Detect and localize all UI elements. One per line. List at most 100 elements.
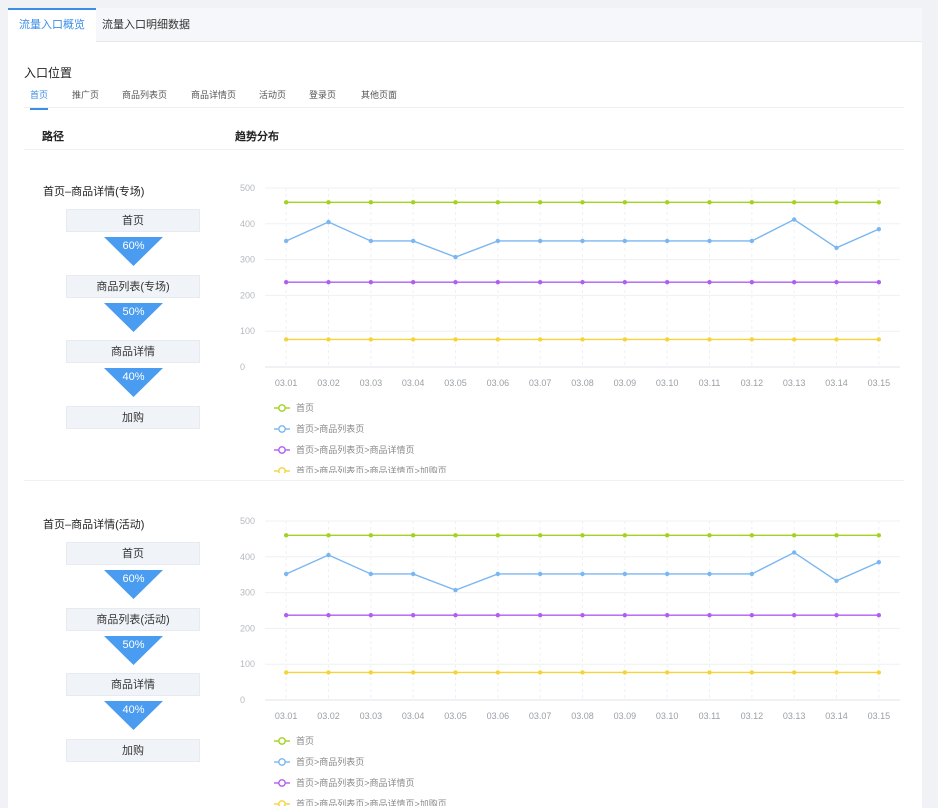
data-point <box>368 279 374 285</box>
x-tick-label: 03.14 <box>825 378 848 388</box>
x-tick-label: 03.11 <box>699 378 721 388</box>
data-point <box>622 337 628 342</box>
data-point <box>664 337 670 342</box>
data-point <box>537 571 543 577</box>
data-point <box>622 279 628 285</box>
conversion-arrow: 40% <box>104 368 163 397</box>
data-point <box>707 533 712 538</box>
funnel-step: 商品列表(专场) <box>66 275 200 298</box>
data-point <box>537 279 543 285</box>
data-point <box>664 571 670 577</box>
x-tick-label: 03.08 <box>571 378 594 388</box>
data-point <box>876 533 882 538</box>
data-point <box>368 238 374 244</box>
subtab-promo[interactable]: 推广页 <box>72 88 99 110</box>
subtab-other[interactable]: 其他页面 <box>361 88 397 110</box>
y-tick-label: 500 <box>240 516 255 526</box>
legend-marker <box>278 779 286 787</box>
data-point <box>749 337 755 342</box>
subtab-login[interactable]: 登录页 <box>309 88 336 110</box>
data-point <box>707 337 712 342</box>
data-point <box>283 571 289 577</box>
legend-label: 首页 <box>296 402 314 413</box>
data-point <box>580 200 585 205</box>
funnel-step: 商品详情 <box>66 673 200 696</box>
data-point <box>580 533 585 538</box>
subtab-activity[interactable]: 活动页 <box>259 88 286 110</box>
data-point <box>495 571 501 577</box>
y-tick-label: 0 <box>240 362 245 372</box>
path-title: 首页–商品详情(活动) <box>43 519 145 531</box>
y-tick-label: 100 <box>240 326 255 336</box>
data-point <box>283 533 289 538</box>
legend-label: 首页>商品列表页 <box>296 423 364 434</box>
data-point <box>876 226 882 232</box>
x-tick-label: 03.04 <box>402 378 425 388</box>
x-tick-label: 03.13 <box>783 378 806 388</box>
conversion-arrow: 60% <box>104 570 163 599</box>
data-point <box>537 238 543 244</box>
data-point <box>537 533 543 538</box>
x-tick-label: 03.07 <box>529 711 552 721</box>
path-title: 首页–商品详情(专场) <box>43 186 145 198</box>
data-point <box>580 670 585 675</box>
data-point <box>537 200 543 205</box>
x-tick-label: 03.05 <box>444 711 467 721</box>
data-point <box>495 238 501 244</box>
subtab-product-list[interactable]: 商品列表页 <box>122 88 167 110</box>
conversion-arrow: 50% <box>104 303 163 332</box>
data-point <box>749 670 755 675</box>
data-point <box>326 200 331 205</box>
legend-marker <box>278 737 286 745</box>
data-point <box>707 571 712 577</box>
conversion-rate: 50% <box>122 306 145 318</box>
data-point <box>791 550 797 555</box>
subtab-product-detail[interactable]: 商品详情页 <box>191 88 236 110</box>
data-point <box>495 670 501 675</box>
data-point <box>326 337 331 342</box>
x-tick-label: 03.10 <box>656 711 679 721</box>
data-point <box>664 533 670 538</box>
conversion-arrow: 50% <box>104 636 163 665</box>
data-point <box>707 238 712 244</box>
data-point <box>834 533 839 538</box>
y-tick-label: 100 <box>240 659 255 669</box>
data-point <box>664 238 670 244</box>
legend-label: 首页 <box>296 735 314 746</box>
data-point <box>326 670 331 675</box>
funnel-step: 首页 <box>66 542 200 565</box>
data-point <box>453 533 458 538</box>
subtab-home[interactable]: 首页 <box>30 88 49 110</box>
data-point <box>580 571 585 577</box>
x-tick-label: 03.11 <box>699 711 721 721</box>
data-point <box>749 571 755 577</box>
x-tick-label: 03.04 <box>402 711 425 721</box>
data-point <box>368 612 374 618</box>
data-point <box>664 670 670 675</box>
data-point <box>326 219 331 225</box>
funnel-step: 商品列表(活动) <box>66 608 200 631</box>
x-tick-label: 03.07 <box>529 378 552 388</box>
tab-traffic-detail[interactable]: 流量入口明细数据 <box>98 8 194 42</box>
data-point <box>664 612 670 618</box>
data-point <box>495 200 501 205</box>
header-divider <box>24 149 904 150</box>
data-point <box>537 337 543 342</box>
data-point <box>537 670 543 675</box>
x-tick-label: 03.03 <box>360 378 383 388</box>
funnel-block-2: 首页–商品详情(活动) 首页 60% 商品列表(活动) 50% 商品详情 40%… <box>8 486 922 808</box>
tab-traffic-overview[interactable]: 流量入口概览 <box>8 8 96 42</box>
data-point <box>326 279 331 285</box>
data-point <box>453 254 458 260</box>
data-point <box>622 200 628 205</box>
data-point <box>834 200 839 205</box>
data-point <box>453 587 458 593</box>
data-point <box>495 533 501 538</box>
funnel-step: 首页 <box>66 209 200 232</box>
conversion-rate: 50% <box>122 639 145 651</box>
x-tick-label: 03.12 <box>741 378 764 388</box>
data-point <box>410 279 416 285</box>
funnel-step: 加购 <box>66 739 200 762</box>
y-tick-label: 400 <box>240 219 255 229</box>
data-point <box>707 670 712 675</box>
